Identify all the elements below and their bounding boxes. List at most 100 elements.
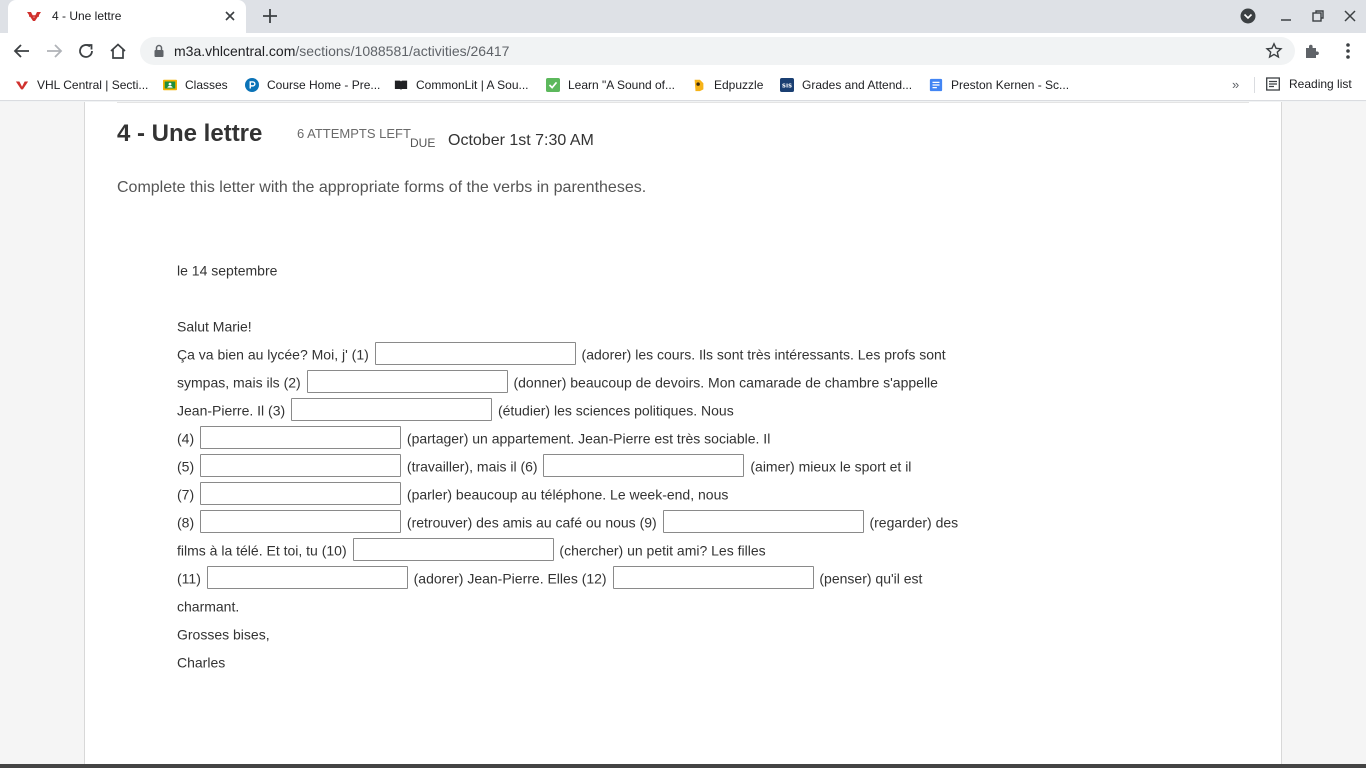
letter-text: (adorer) Jean-Pierre. Elles (12) bbox=[413, 570, 607, 587]
letter-text: Salut Marie! bbox=[177, 318, 252, 335]
letter-greeting: Salut Marie! bbox=[177, 311, 252, 339]
edpuzzle-icon bbox=[694, 79, 704, 92]
answer-input-4[interactable] bbox=[200, 425, 402, 449]
lock-icon[interactable] bbox=[152, 44, 166, 58]
forward-arrow-icon[interactable] bbox=[44, 41, 64, 61]
letter-line: charmant. bbox=[177, 591, 239, 619]
more-bookmarks-chevron[interactable]: » bbox=[1232, 77, 1239, 92]
back-arrow-icon[interactable] bbox=[12, 41, 32, 61]
restore-icon[interactable] bbox=[1310, 8, 1326, 24]
letter-text: films à la télé. Et toi, tu (10) bbox=[177, 542, 347, 559]
bookmark-grades[interactable]: SIS Grades and Attend... bbox=[780, 77, 912, 93]
vhl-logo-icon bbox=[27, 12, 41, 21]
letter-text: (7) bbox=[177, 486, 195, 503]
answer-input-10[interactable] bbox=[352, 537, 554, 561]
extensions-puzzle-icon[interactable] bbox=[1302, 41, 1322, 61]
letter-line: Jean-Pierre. Il (3) (étudier) les scienc… bbox=[177, 395, 734, 423]
letter-text: sympas, mais ils (2) bbox=[177, 374, 301, 391]
letter-text: (aimer) mieux le sport et il bbox=[750, 458, 912, 475]
bookmark-vhl-central[interactable]: VHL Central | Secti... bbox=[15, 77, 148, 93]
vhl-logo-icon bbox=[15, 81, 29, 90]
answer-input-5[interactable] bbox=[200, 453, 402, 477]
letter-text: (retrouver) des amis au café ou nous (9) bbox=[406, 514, 657, 531]
bookmark-edpuzzle[interactable]: Edpuzzle bbox=[692, 77, 763, 93]
book-icon bbox=[394, 80, 408, 91]
bookmark-classes[interactable]: Classes bbox=[163, 77, 228, 93]
letter-line: (4) (partager) un appartement. Jean-Pier… bbox=[177, 423, 770, 451]
letter-line: (11) (adorer) Jean-Pierre. Elles (12) (p… bbox=[177, 563, 922, 591]
sis-icon: SIS bbox=[780, 78, 794, 92]
reading-list-button[interactable]: Reading list bbox=[1266, 77, 1352, 91]
attempts-left: 6 ATTEMPTS LEFT bbox=[297, 126, 411, 141]
letter-text: (parler) beaucoup au téléphone. Le week-… bbox=[406, 486, 729, 503]
bookmark-label: VHL Central | Secti... bbox=[37, 78, 149, 92]
new-tab-icon[interactable] bbox=[260, 6, 280, 26]
checkmark-icon bbox=[546, 78, 560, 92]
letter-text: (adorer) les cours. Ils sont très intére… bbox=[581, 346, 946, 363]
letter-line: Ça va bien au lycée? Moi, j' (1) (adorer… bbox=[177, 339, 946, 367]
bookmark-preston-doc[interactable]: Preston Kernen - Sc... bbox=[929, 77, 1069, 93]
browser-toolbar: m3a.vhlcentral.com/sections/1088581/acti… bbox=[0, 33, 1366, 69]
answer-input-12[interactable] bbox=[612, 565, 814, 589]
svg-text:SIS: SIS bbox=[782, 84, 792, 90]
url-path: /sections/1088581/activities/26417 bbox=[295, 43, 510, 59]
letter-text: Grosses bises, bbox=[177, 626, 270, 643]
close-window-icon[interactable] bbox=[1342, 8, 1358, 24]
answer-input-11[interactable] bbox=[206, 565, 408, 589]
letter-line: (7) (parler) beaucoup au téléphone. Le w… bbox=[177, 479, 728, 507]
reload-icon[interactable] bbox=[76, 41, 96, 61]
bookmarks-bar: VHL Central | Secti... Classes Course Ho… bbox=[0, 69, 1366, 101]
home-icon[interactable] bbox=[108, 41, 128, 61]
letter-text: (8) bbox=[177, 514, 195, 531]
letter-text: (4) bbox=[177, 430, 195, 447]
activity-title: 4 - Une lettre bbox=[117, 120, 263, 147]
bookmark-label: Learn "A Sound of... bbox=[568, 78, 676, 92]
answer-input-1[interactable] bbox=[374, 341, 576, 365]
activity-card: 4 - Une lettre 6 ATTEMPTS LEFT DUE Octob… bbox=[84, 102, 1282, 768]
browser-tab[interactable]: 4 - Une lettre bbox=[8, 0, 246, 33]
divider bbox=[117, 102, 1249, 103]
close-icon[interactable] bbox=[222, 8, 238, 24]
due-date: October 1st 7:30 AM bbox=[448, 132, 594, 149]
answer-input-6[interactable] bbox=[543, 453, 745, 477]
bookmark-label: CommonLit | A Sou... bbox=[416, 78, 529, 92]
letter-text: (penser) qu'il est bbox=[819, 570, 923, 587]
letter-signature: Charles bbox=[177, 647, 225, 675]
letter-text: (11) bbox=[177, 570, 201, 587]
instructions: Complete this letter with the appropriat… bbox=[117, 179, 647, 196]
letter-text: (donner) beaucoup de devoirs. Mon camara… bbox=[513, 374, 938, 391]
letter-line: films à la télé. Et toi, tu (10) (cherch… bbox=[177, 535, 766, 563]
page-viewport: 4 - Une lettre 6 ATTEMPTS LEFT DUE Octob… bbox=[0, 102, 1366, 768]
letter-text: Jean-Pierre. Il (3) bbox=[177, 402, 286, 419]
letter-text: (travailler), mais il (6) bbox=[406, 458, 538, 475]
bookmark-label: Course Home - Pre... bbox=[267, 78, 381, 92]
letter-text: (partager) un appartement. Jean-Pierre e… bbox=[406, 430, 771, 447]
answer-input-9[interactable] bbox=[662, 509, 864, 533]
letter-line: (8) (retrouver) des amis au café ou nous… bbox=[177, 507, 958, 535]
letter-line: (5) (travailler), mais il (6) (aimer) mi… bbox=[177, 451, 911, 479]
letter-line: sympas, mais ils (2) (donner) beaucoup d… bbox=[177, 367, 938, 395]
answer-input-8[interactable] bbox=[200, 509, 402, 533]
tab-search-icon[interactable] bbox=[1240, 8, 1256, 24]
url-host: m3a.vhlcentral.com bbox=[174, 43, 296, 59]
bookmarks-divider bbox=[1254, 77, 1255, 93]
bookmark-learn-sound[interactable]: Learn "A Sound of... bbox=[546, 77, 675, 93]
answer-input-7[interactable] bbox=[200, 481, 402, 505]
bookmark-star-icon[interactable] bbox=[1265, 42, 1283, 60]
google-docs-icon bbox=[929, 78, 943, 92]
letter-date: le 14 septembre bbox=[177, 255, 277, 283]
address-bar[interactable]: m3a.vhlcentral.com/sections/1088581/acti… bbox=[140, 37, 1295, 65]
letter-closing: Grosses bises, bbox=[177, 619, 270, 647]
due-label: DUE bbox=[410, 136, 436, 150]
letter-text: charmant. bbox=[177, 598, 240, 615]
answer-input-3[interactable] bbox=[291, 397, 493, 421]
reading-list-icon bbox=[1266, 77, 1280, 91]
bookmark-label: Edpuzzle bbox=[714, 78, 764, 92]
minimize-icon[interactable] bbox=[1278, 8, 1294, 24]
more-vert-icon[interactable] bbox=[1338, 41, 1358, 61]
bookmark-course-home[interactable]: Course Home - Pre... bbox=[245, 77, 380, 93]
answer-input-2[interactable] bbox=[306, 369, 508, 393]
letter-text: (chercher) un petit ami? Les filles bbox=[559, 542, 766, 559]
letter-text: (5) bbox=[177, 458, 195, 475]
bookmark-commonlit[interactable]: CommonLit | A Sou... bbox=[394, 77, 529, 93]
